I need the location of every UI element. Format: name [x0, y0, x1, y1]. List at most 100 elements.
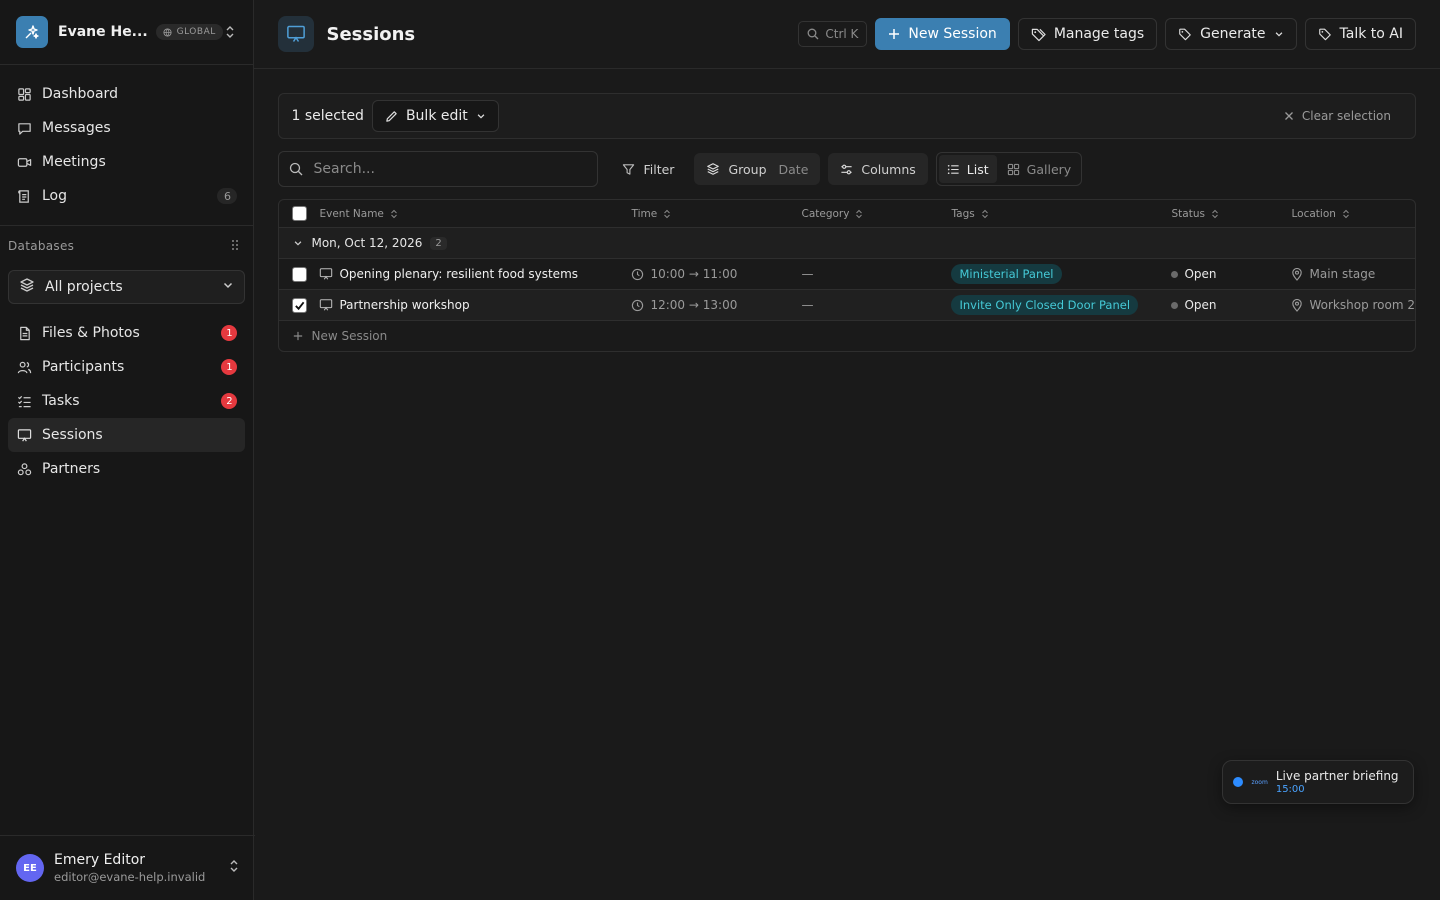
globe-icon	[163, 27, 172, 37]
sidebar-item-partners[interactable]: Partners	[8, 452, 245, 486]
table-row[interactable]: Opening plenary: resilient food systems …	[279, 259, 1415, 290]
video-icon	[16, 154, 32, 170]
command-search-button[interactable]: Ctrl K	[798, 21, 868, 47]
workspace-logo-icon	[16, 16, 48, 48]
notification-time: 15:00	[1275, 784, 1305, 795]
nav-item-messages[interactable]: Messages	[8, 111, 245, 145]
row-checkbox[interactable]	[291, 297, 307, 313]
nav-label: Meetings	[42, 154, 106, 170]
main-nav: Dashboard Messages Meetings Log 6	[0, 65, 253, 225]
list-icon	[947, 164, 959, 174]
clear-selection-button[interactable]: Clear selection	[1284, 109, 1391, 123]
dashboard-icon	[16, 86, 32, 102]
sidebar-item-label: Sessions	[42, 427, 103, 443]
user-name: Emery Editor	[54, 852, 146, 868]
partners-icon	[16, 461, 32, 477]
workspace-switcher[interactable]: Evane He... GLOBAL	[0, 0, 254, 65]
column-header-tags[interactable]: Tags	[951, 208, 1171, 220]
tag-badge: Invite Only Closed Door Panel	[951, 295, 1139, 315]
talk-to-ai-button[interactable]: Talk to AI	[1304, 18, 1416, 50]
clear-selection-label: Clear selection	[1301, 109, 1391, 123]
nav-label: Messages	[42, 120, 111, 136]
chevron-down-icon	[477, 114, 485, 119]
log-icon	[16, 188, 32, 204]
column-header-event-name[interactable]: Event Name	[319, 208, 631, 220]
workspace-badge-label: GLOBAL	[176, 27, 216, 37]
grid-icon	[1007, 163, 1019, 175]
pencil-icon	[386, 110, 397, 122]
shortcut-label: Ctrl K	[825, 27, 859, 41]
tags-icon	[1031, 28, 1046, 41]
columns-label: Columns	[861, 161, 916, 177]
event-name: Partnership workshop	[339, 298, 470, 312]
select-all-checkbox[interactable]	[291, 206, 307, 221]
filter-icon	[623, 163, 635, 175]
chevron-up-down-icon	[223, 23, 237, 41]
zoom-logo: zoom	[1251, 778, 1268, 786]
notification-badge: 1	[221, 325, 238, 341]
column-header-category[interactable]: Category	[801, 208, 951, 220]
live-indicator-icon	[1233, 777, 1244, 787]
new-session-button[interactable]: New Session	[875, 18, 1010, 50]
user-menu[interactable]: EE Emery Editor editor@evane-help.invali…	[0, 835, 255, 900]
bulk-edit-button[interactable]: Bulk edit	[371, 100, 499, 132]
map-pin-icon	[1292, 298, 1303, 312]
databases-heading-label: Databases	[8, 239, 75, 253]
column-header-location[interactable]: Location	[1291, 208, 1415, 220]
sidebar-item-sessions[interactable]: Sessions	[8, 418, 246, 452]
event-location: Main stage	[1309, 267, 1376, 281]
view-list-button[interactable]: List	[938, 155, 997, 183]
add-session-row-button[interactable]: New Session	[279, 321, 1415, 351]
search-input[interactable]	[313, 161, 574, 177]
layers-icon	[707, 163, 720, 175]
column-header-status[interactable]: Status	[1171, 208, 1291, 220]
columns-button[interactable]: Columns	[828, 153, 928, 185]
group-count: 2	[430, 236, 447, 250]
status-dot	[1171, 270, 1179, 278]
project-select[interactable]: All projects	[8, 270, 246, 304]
page-header: Sessions Ctrl K New Session Manage tags …	[254, 0, 1440, 69]
event-category: —	[801, 298, 814, 312]
sort-icon	[391, 209, 397, 218]
user-email: editor@evane-help.invalid	[54, 870, 206, 884]
new-session-label: New Session	[908, 26, 997, 42]
presentation-icon	[278, 16, 315, 52]
tag-icon	[1318, 28, 1331, 41]
chevron-down-icon	[1275, 32, 1282, 37]
nav-label: Dashboard	[42, 86, 118, 102]
group-button[interactable]: Group Date	[694, 153, 821, 185]
column-header-label: Category	[801, 207, 850, 220]
sidebar-item-files-photos[interactable]: Files & Photos 1	[8, 316, 245, 350]
sidebar-item-label: Partners	[42, 461, 101, 477]
view-gallery-button[interactable]: Gallery	[999, 155, 1080, 183]
page-title: Sessions	[326, 23, 416, 45]
nav-item-log[interactable]: Log 6	[8, 179, 245, 213]
tag-icon	[1179, 28, 1191, 41]
group-header[interactable]: Mon, Oct 12, 2026 2	[279, 228, 1415, 259]
event-category: —	[801, 267, 814, 281]
table-row[interactable]: Partnership workshop 12:00 → 13:00 — Inv…	[279, 290, 1415, 321]
generate-button[interactable]: Generate	[1165, 18, 1297, 50]
talk-to-ai-label: Talk to AI	[1339, 26, 1403, 42]
column-header-label: Event Name	[319, 207, 384, 220]
meeting-notification[interactable]: zoom Live partner briefing 15:00	[1222, 760, 1415, 804]
avatar: EE	[16, 854, 44, 882]
filter-button[interactable]: Filter	[610, 153, 686, 185]
column-header-label: Time	[631, 207, 658, 220]
plus-icon	[294, 331, 303, 341]
sidebar: Evane He... GLOBAL Dashboard Messages Me…	[0, 0, 255, 900]
sidebar-item-participants[interactable]: Participants 1	[8, 350, 245, 384]
drag-handle-icon[interactable]	[231, 239, 239, 254]
column-header-time[interactable]: Time	[631, 208, 801, 220]
sidebar-item-tasks[interactable]: Tasks 2	[8, 384, 245, 418]
filter-label: Filter	[643, 161, 675, 177]
nav-item-meetings[interactable]: Meetings	[8, 145, 245, 179]
file-icon	[16, 325, 32, 341]
clock-icon	[632, 299, 644, 311]
row-checkbox[interactable]	[291, 266, 307, 282]
manage-tags-button[interactable]: Manage tags	[1017, 18, 1158, 50]
check-icon	[295, 301, 305, 310]
presentation-icon	[320, 299, 333, 311]
nav-item-dashboard[interactable]: Dashboard	[8, 77, 245, 111]
generate-label: Generate	[1200, 26, 1266, 42]
